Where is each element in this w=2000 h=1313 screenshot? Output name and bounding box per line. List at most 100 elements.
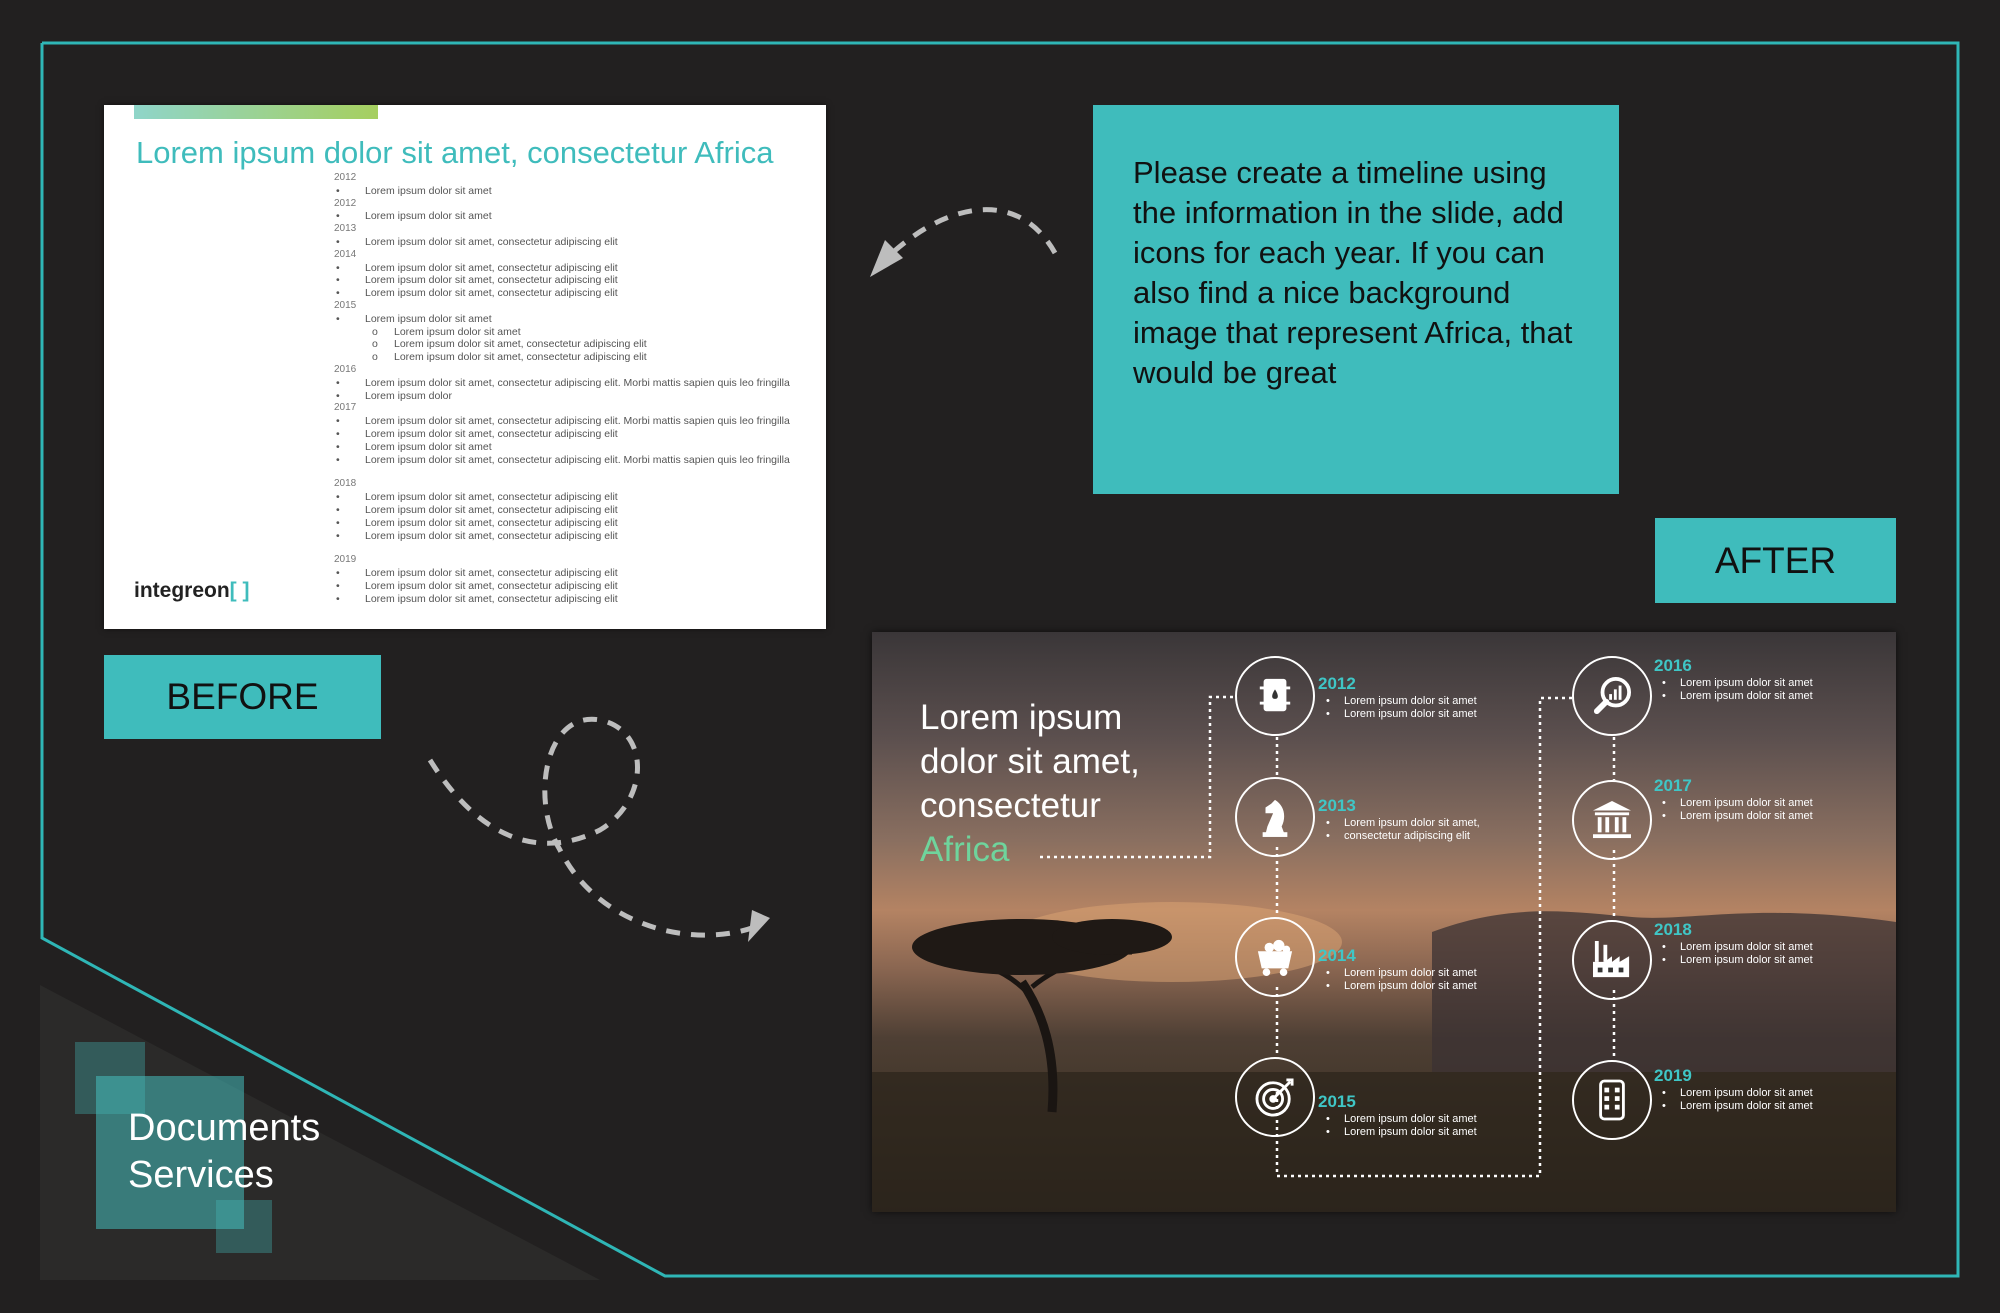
timeline-year: 2012 xyxy=(1318,674,1356,693)
bullet-icon: • xyxy=(1662,1087,1666,1099)
bullet-text: Lorem ipsum dolor sit amet, consectetur … xyxy=(365,261,618,274)
timeline-bullet: • Lorem ipsum dolor sit amet, xyxy=(1326,817,1480,830)
bullet-text: Lorem ipsum dolor sit amet, consectetur … xyxy=(365,415,790,428)
bullet-item: • Lorem ipsum dolor sit amet, consectetur… xyxy=(334,491,790,504)
bullet-text: Lorem ipsum dolor sit amet xyxy=(1344,708,1477,720)
bullet-icon: • xyxy=(336,579,340,592)
timeline-bullet: • Lorem ipsum dolor sit amet xyxy=(1662,690,1813,703)
timeline-bullet: • Lorem ipsum dolor sit amet xyxy=(1326,695,1477,708)
bullet-icon: • xyxy=(1662,954,1666,966)
year-heading: 2012 xyxy=(334,172,357,183)
bullet-text: Lorem ipsum dolor sit amet, consectetur … xyxy=(365,427,618,440)
bullet-text: Lorem ipsum dolor sit amet xyxy=(365,210,492,223)
year-heading: 2014 xyxy=(334,248,357,260)
bullet-icon: • xyxy=(336,184,340,197)
phone-icon xyxy=(1572,1060,1652,1140)
timeline-year: 2013 xyxy=(1318,796,1356,815)
bullet-text: Lorem ipsum dolor sit amet xyxy=(1680,810,1813,822)
before-slide: Lorem ipsum dolor sit amet, consectetur … xyxy=(104,105,826,629)
timeline-bullet: • Lorem ipsum dolor sit amet xyxy=(1662,954,1813,967)
year-heading: 2016 xyxy=(334,363,357,375)
bullet-item: • Lorem ipsum dolor sit amet, consectetur… xyxy=(334,454,790,467)
bullet-icon: • xyxy=(336,427,340,440)
bullet-icon: • xyxy=(336,453,340,466)
year-heading: 2013 xyxy=(334,223,357,235)
integreon-logo: integreon[ ] xyxy=(134,579,250,603)
timeline-year: 2016 xyxy=(1654,656,1692,675)
bullet-text: Lorem ipsum dolor sit amet xyxy=(1344,980,1477,992)
bullet-text: Lorem ipsum dolor sit amet xyxy=(365,312,492,325)
bullet-item: • Lorem ipsum dolor sit amet, consectetur… xyxy=(334,287,790,300)
bullet-icon: • xyxy=(1326,708,1330,720)
bullet-text: Lorem ipsum dolor sit amet, consectetur … xyxy=(365,567,618,580)
brand-line: Services xyxy=(128,1154,274,1196)
brand-title: Documents Services xyxy=(128,1105,320,1199)
year-heading: 2017 xyxy=(334,402,357,414)
bullet-icon: • xyxy=(336,312,340,325)
bullet-item: • Lorem ipsum dolor sit amet, consectetur… xyxy=(334,580,790,593)
before-label: BEFORE xyxy=(104,655,381,739)
timeline-bullet: • Lorem ipsum dolor sit amet xyxy=(1662,1087,1813,1100)
bullet-icon: • xyxy=(1326,967,1330,979)
timeline-bullet: • Lorem ipsum dolor sit amet xyxy=(1662,941,1813,954)
bullet-icon: • xyxy=(336,440,340,453)
bullet-icon: • xyxy=(336,235,340,248)
bullet-icon: • xyxy=(336,529,340,542)
bullet-text: Lorem ipsum dolor sit amet xyxy=(365,184,492,197)
after-label: AFTER xyxy=(1655,518,1896,603)
bullet-item: • Lorem ipsum dolor sit amet, consectetur… xyxy=(334,567,790,580)
bullet-text: Lorem ipsum dolor sit amet xyxy=(1680,797,1813,809)
bullet-text: Lorem ipsum dolor sit amet, consectetur … xyxy=(394,338,647,351)
bullet-item: • Lorem ipsum dolor sit amet, consectetur… xyxy=(334,236,790,249)
bullet-item: • Lorem ipsum dolor xyxy=(334,390,790,403)
title-bar xyxy=(134,105,378,119)
bullet-icon: • xyxy=(336,491,340,504)
bullet-item: • Lorem ipsum dolor sit amet xyxy=(334,210,790,223)
bullet-text: Lorem ipsum dolor sit amet xyxy=(1680,677,1813,689)
bullet-icon: • xyxy=(336,567,340,580)
bullet-item: • Lorem ipsum dolor sit amet, consectetur… xyxy=(334,504,790,517)
timeline-bullet: • Lorem ipsum dolor sit amet xyxy=(1326,967,1477,980)
bullet-text: Lorem ipsum dolor sit amet xyxy=(1680,1100,1813,1112)
bullet-icon: o xyxy=(372,338,378,351)
bullet-item: • Lorem ipsum dolor sit amet, consectetur… xyxy=(334,262,790,275)
timeline-bullet: • Lorem ipsum dolor sit amet xyxy=(1326,1113,1477,1126)
chess-knight-icon xyxy=(1235,777,1315,857)
bullet-icon: • xyxy=(1326,695,1330,707)
bullet-text: Lorem ipsum dolor sit amet, consectetur … xyxy=(365,529,618,542)
bullet-icon: • xyxy=(336,287,340,300)
bullet-text: Lorem ipsum dolor sit amet xyxy=(1344,1113,1477,1125)
timeline-bullet: • Lorem ipsum dolor sit amet xyxy=(1662,810,1813,823)
bank-icon xyxy=(1572,780,1652,860)
bullet-icon: • xyxy=(336,376,340,389)
bullet-text: Lorem ipsum dolor sit amet, consectetur … xyxy=(365,516,618,529)
bullet-text: Lorem ipsum dolor sit amet xyxy=(365,440,492,453)
bullet-icon: • xyxy=(1326,1126,1330,1138)
timeline-bullet: • consectetur adipiscing elit xyxy=(1326,830,1470,843)
bullet-icon: • xyxy=(1326,980,1330,992)
bullet-icon: • xyxy=(336,516,340,529)
timeline-year: 2018 xyxy=(1654,920,1692,939)
bullet-item: • Lorem ipsum dolor sit amet, consectetur… xyxy=(334,274,790,287)
brief-box: Please create a timeline using the infor… xyxy=(1093,105,1619,494)
bullet-text: Lorem ipsum dolor sit amet, consectetur … xyxy=(365,376,790,389)
magnifier-chart-icon xyxy=(1572,656,1652,736)
bullet-icon: • xyxy=(336,389,340,402)
timeline-year: 2017 xyxy=(1654,776,1692,795)
deco-square xyxy=(216,1200,272,1253)
before-slide-title: Lorem ipsum dolor sit amet, consectetur … xyxy=(136,135,774,170)
year-heading: 2012 xyxy=(334,197,357,209)
timeline-bullet: • Lorem ipsum dolor sit amet xyxy=(1662,797,1813,810)
bullet-item: • Lorem ipsum dolor sit amet xyxy=(334,185,790,198)
bullet-icon: • xyxy=(1662,1100,1666,1112)
timeline-bullet: • Lorem ipsum dolor sit amet xyxy=(1662,1100,1813,1113)
bullet-text: Lorem ipsum dolor sit amet xyxy=(1344,967,1477,979)
sub-bullet-item: o Lorem ipsum dolor sit amet, consectetur… xyxy=(334,351,790,364)
bullet-text: Lorem ipsum dolor sit amet xyxy=(1680,941,1813,953)
bullet-icon: • xyxy=(336,274,340,287)
bullet-text: Lorem ipsum dolor xyxy=(365,389,452,402)
bullet-text: Lorem ipsum dolor sit amet xyxy=(1344,1126,1477,1138)
sub-bullet-item: o Lorem ipsum dolor sit amet, consectetur… xyxy=(334,338,790,351)
